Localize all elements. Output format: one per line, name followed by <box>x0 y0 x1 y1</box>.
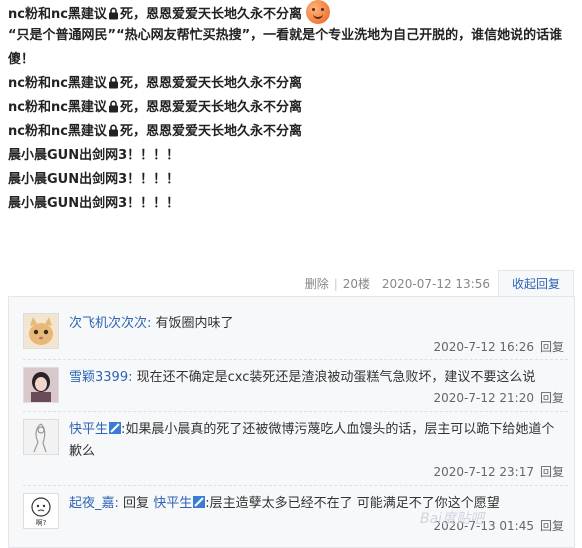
smile-emoji-icon <box>305 0 330 24</box>
post-line: 晨小晨GUN出剑网3！！！！ <box>8 148 180 163</box>
delete-link[interactable]: 删除 <box>305 277 329 291</box>
lock-icon <box>108 124 118 137</box>
reply-divider <box>23 411 568 412</box>
reply-divider <box>23 359 568 360</box>
sketch-avatar-icon <box>24 420 58 454</box>
reply-username[interactable]: 次飞机次次次: <box>69 316 151 331</box>
avatar[interactable] <box>23 419 59 455</box>
post-content: nc粉和nc黑建议 死，恩恩爱爱天长地久永不分离 “只是个普通网民”“热心网友帮忙… <box>8 0 578 216</box>
post-meta-row: 删除 | 20楼 2020-07-12 13:56 收起回复 <box>0 270 582 299</box>
post-line: nc粉和nc黑建议 死，恩恩爱爱天长地久永不分离 <box>8 100 302 115</box>
reply-word: 回复 <box>123 496 150 511</box>
post-line: nc粉和nc黑建议 死，恩恩爱爱天长地久永不分离 <box>8 124 302 139</box>
collapse-replies-button[interactable]: 收起回复 <box>498 270 574 299</box>
reply-meta: 2020-7-12 23:17 回复 <box>433 463 564 480</box>
confused-face-avatar-icon: 啊? <box>24 494 58 528</box>
post-line: “只是个普通网民”“热心网友帮忙买热搜”，一看就是个专业洗地为自己开脱的，谁信她… <box>8 28 563 67</box>
post-line: 晨小晨GUN出剑网3！！！！ <box>8 196 180 211</box>
reply-divider <box>23 485 568 486</box>
post-line: 晨小晨GUN出剑网3！！！！ <box>8 172 180 187</box>
reply-content: :层主造孽太多已经不在了 可能满足不了你这个愿望 <box>205 496 500 511</box>
reply-button[interactable]: 回复 <box>540 465 564 479</box>
reply-panel: 次飞机次次次: 有饭圈内味了 2020-7-12 16:26 回复 雪颖3399:… <box>8 296 575 548</box>
reply-time: 2020-7-12 21:20 <box>433 391 534 405</box>
post-timestamp: 2020-07-12 13:56 <box>381 277 490 291</box>
reply-username[interactable]: 起夜_嘉: <box>69 496 119 511</box>
reply-time: 2020-7-12 16:26 <box>433 340 534 354</box>
reply-content: 有饭圈内味了 <box>155 316 234 331</box>
cat-avatar-icon <box>24 314 58 348</box>
lock-icon <box>108 7 118 20</box>
post-meta: 删除 | 20楼 2020-07-12 13:56 <box>304 277 490 291</box>
reply-username[interactable]: 雪颖3399: <box>69 370 132 385</box>
reply-content: :如果晨小晨真的死了还被微博污蔑吃人血馒头的话，层主可以跪下给她道个歉么 <box>69 422 555 459</box>
svg-text:啊?: 啊? <box>36 519 47 527</box>
reply-time: 2020-7-12 23:17 <box>433 465 534 479</box>
reply-button[interactable]: 回复 <box>540 519 564 533</box>
verified-badge-icon <box>193 496 206 508</box>
girl-avatar-icon <box>24 368 58 402</box>
reply-target-username[interactable]: 快平生 <box>153 496 192 511</box>
post-line: nc粉和nc黑建议 死，恩恩爱爱天长地久永不分离 <box>8 0 578 24</box>
avatar[interactable] <box>23 367 59 403</box>
post-line: nc粉和nc黑建议 死，恩恩爱爱天长地久永不分离 <box>8 76 302 91</box>
floor-number: 20楼 <box>342 277 371 291</box>
reply-meta: 2020-7-13 01:45 回复 <box>433 517 564 534</box>
verified-badge-icon <box>109 422 122 434</box>
reply-username[interactable]: 快平生 <box>69 422 108 437</box>
avatar[interactable]: 啊? <box>23 493 59 529</box>
avatar[interactable] <box>23 313 59 349</box>
lock-icon <box>108 76 118 89</box>
lock-icon <box>108 100 118 113</box>
reply-button[interactable]: 回复 <box>540 340 564 354</box>
reply-meta: 2020-7-12 21:20 回复 <box>433 389 564 406</box>
reply-button[interactable]: 回复 <box>540 391 564 405</box>
reply-content: 现在还不确定是cxc装死还是渣浪被动蛋糕气急败坏，建议不要这么说 <box>136 370 536 385</box>
reply-meta: 2020-7-12 16:26 回复 <box>433 338 564 355</box>
reply-time: 2020-7-13 01:45 <box>433 519 534 533</box>
